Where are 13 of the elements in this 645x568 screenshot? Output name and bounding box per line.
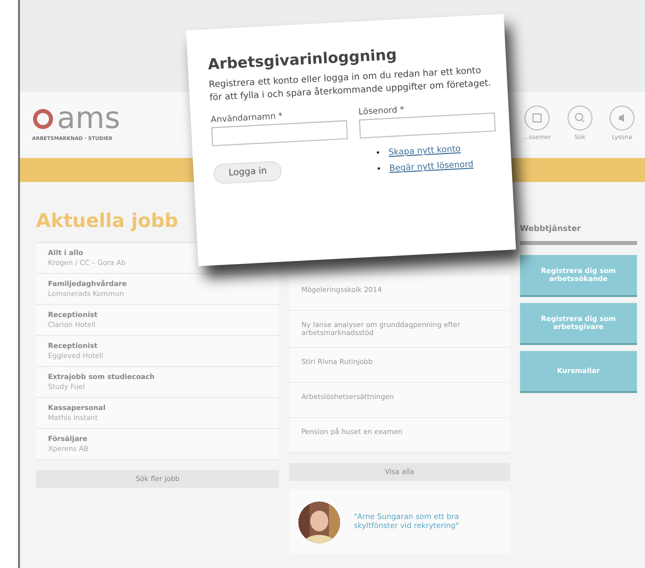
login-button[interactable]: Logga in: [213, 160, 282, 184]
field-label: Användarnamn *: [210, 110, 284, 126]
sound-icon[interactable]: [609, 105, 635, 131]
dialog-link[interactable]: Skapa nytt konto: [388, 144, 461, 158]
logo-icon: [32, 108, 54, 130]
page-icon[interactable]: [524, 105, 550, 131]
search-icon[interactable]: [567, 105, 593, 131]
dialog-link[interactable]: Begär nytt lösenord: [389, 160, 474, 174]
bullet: •: [376, 164, 382, 175]
section-title: Aktuella jobb: [36, 210, 180, 232]
bullet: •: [375, 148, 381, 159]
logo-text: ams: [57, 104, 120, 134]
field-label: Lösenord *: [358, 104, 406, 118]
